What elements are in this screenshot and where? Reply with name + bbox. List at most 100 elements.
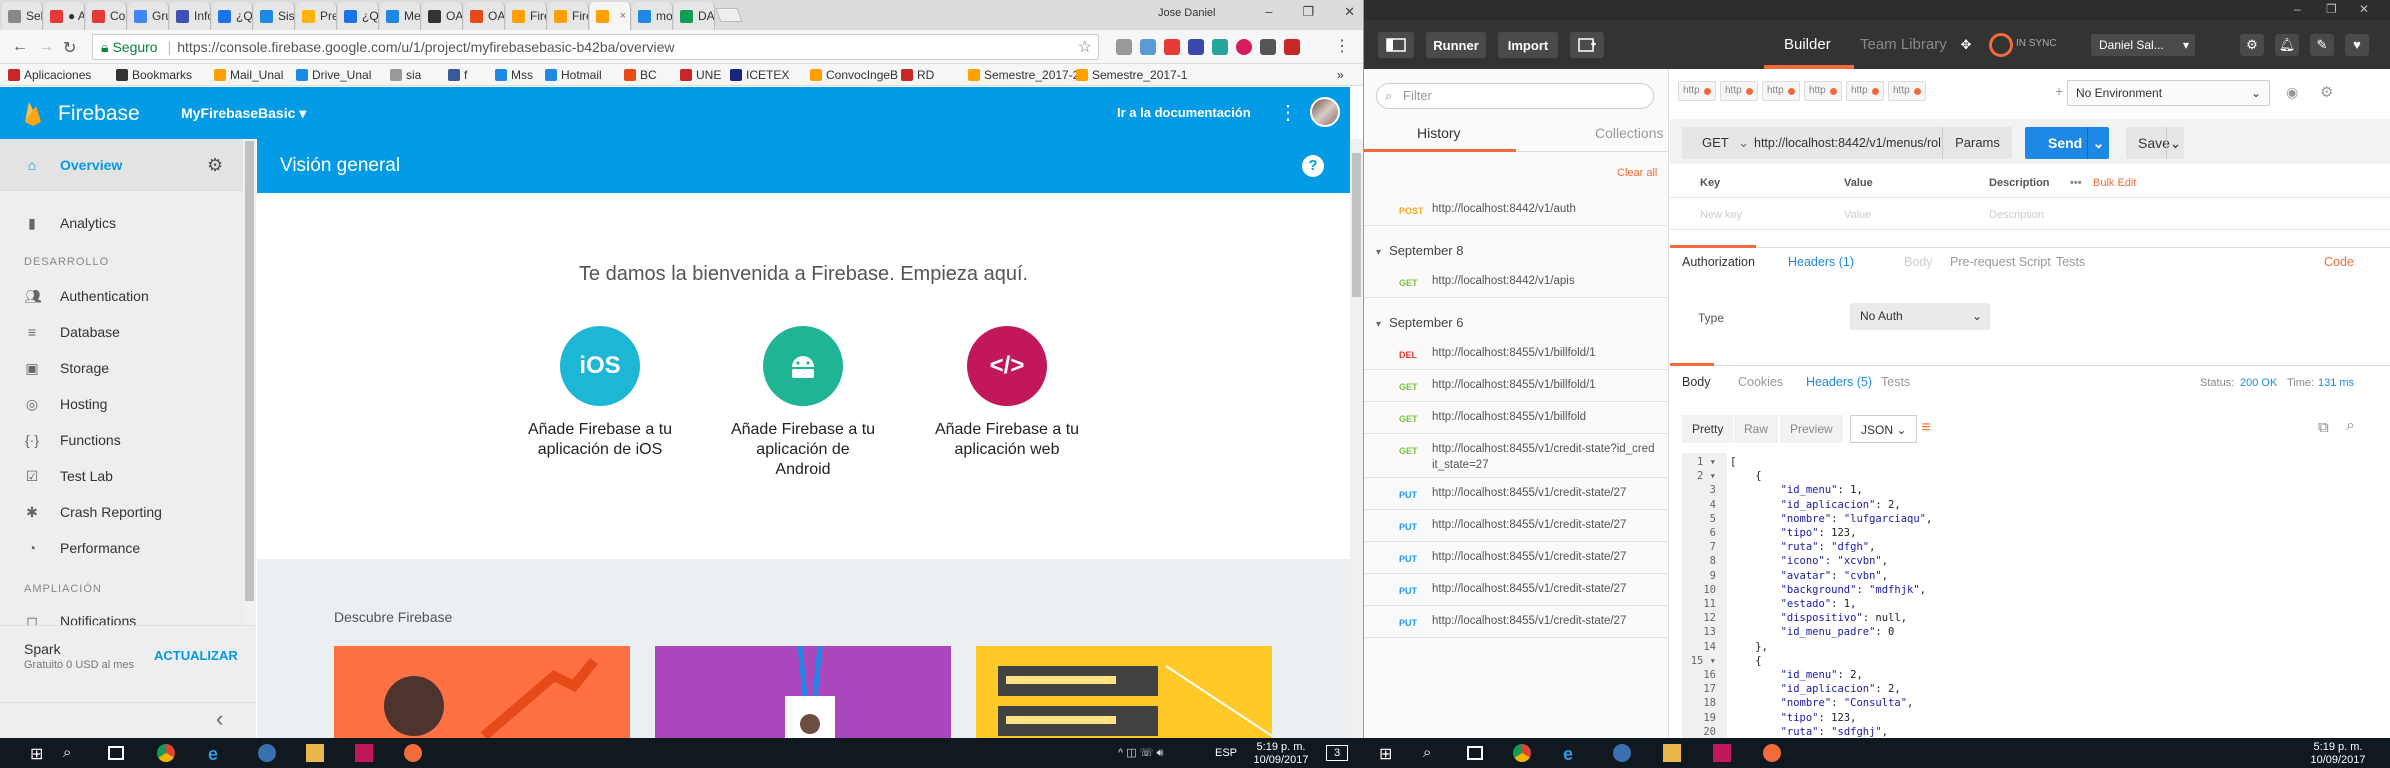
gear-icon[interactable]: ⚙ [207,155,223,176]
firebase-brand[interactable]: Firebase [58,102,140,126]
address-bar[interactable]: 🔒︎ Seguro | https://console.firebase.goo… [92,34,1099,60]
extension-icon[interactable] [1188,39,1204,55]
folder-icon[interactable] [306,744,324,762]
sidebar-item-database[interactable]: ≡ Database [24,324,120,340]
minimize-icon[interactable]: – [1265,4,1272,20]
sidebar-item-analytics[interactable]: ▮ Analytics [24,215,116,231]
filter-input[interactable]: ⌕ Filter [1376,83,1654,109]
postman-icon[interactable] [404,744,422,762]
send-button[interactable]: Send ⌄ [2025,127,2109,159]
collapse-icon[interactable]: ‹ [216,706,223,732]
clock-time[interactable]: 5:19 p. m. [2303,741,2373,753]
history-date-group[interactable]: ▾ September 6 [1376,315,1463,330]
close-icon[interactable]: ✕ [2359,2,2369,16]
windows-start-icon[interactable]: ⊞ [1379,744,1397,763]
tab-16[interactable]: DAD× [674,2,715,30]
params-button[interactable]: Params [1942,127,2012,159]
scrollbar-thumb[interactable] [1352,153,1361,297]
bookmark-item[interactable]: sia [390,68,421,82]
extension-icon[interactable] [1260,39,1276,55]
sidebar-scrollbar[interactable] [243,139,256,625]
profile-name[interactable]: Jose Daniel [1158,7,1215,19]
add-ios-app[interactable]: iOS Añade Firebase a tu aplicación de iO… [525,326,675,460]
tab-7[interactable]: Pres× [296,2,337,30]
add-android-app[interactable]: Añade Firebase a tu aplicación de Androi… [728,326,878,480]
tray-icons[interactable]: ^ ◫ ☏ 🔊︎ [1118,747,1163,759]
wrench-icon[interactable]: ✎ [2310,34,2334,56]
environment-select[interactable]: No Environment ⌄ [2067,80,2270,106]
search-icon[interactable]: ⌕ [2346,417,2355,435]
tab-1[interactable]: ● Au× [44,2,85,30]
close-icon[interactable]: ✕ [1344,4,1355,20]
edge-icon[interactable]: e [208,744,226,764]
new-window-button[interactable] [1570,32,1604,58]
wrap-icon[interactable]: ≡ [1914,419,1938,439]
sidebar-item-authentication[interactable]: 👥︎ Authentication [24,288,149,304]
youtube-ext-icon[interactable] [1164,39,1180,55]
response-tab-3[interactable]: Tests [1881,375,1910,389]
bookmark-item[interactable]: Mail_Unal [214,68,283,82]
bookmark-item[interactable]: UNE [680,68,721,82]
sidebar-item-performance[interactable]: ◔ Performance [24,540,140,556]
response-tab-2[interactable]: Headers (5) [1806,375,1872,389]
discover-card[interactable] [334,646,630,738]
pinterest-icon[interactable] [1236,39,1252,55]
sidebar-item-crash-reporting[interactable]: ✱ Crash Reporting [24,504,162,520]
bell-icon[interactable]: 🔔︎ [2275,34,2299,56]
response-body[interactable]: 1 ▾ 2 ▾ 3 4 5 6 7 8 9 10 11 12 13 14 15 ▾ 16 17 18 19 20 [ … [1670,453,2390,738]
dropdown-icon[interactable]: ⌄ [2166,127,2184,159]
bookmark-item[interactable]: f [448,68,467,82]
upgrade-button[interactable]: ACTUALIZAR [154,648,238,663]
sidebar-item-overview[interactable]: ⌂ Overview [24,157,123,173]
bookmark-item[interactable]: ICETEX [730,68,789,82]
chrome-icon[interactable] [157,744,175,762]
add-android-label[interactable]: Añade Firebase a tu aplicación de Androi… [728,420,878,480]
format-pretty[interactable]: Pretty [1682,415,1734,443]
interceptor-icon[interactable]: ✥ [1954,34,1978,56]
notification-count[interactable]: 3 [1326,745,1348,761]
tab-overflow-icon[interactable]: + [2055,83,2063,99]
add-web-label[interactable]: Añade Firebase a tu aplicación web [932,420,1082,460]
bulk-edit-link[interactable]: Bulk Edit [2093,177,2136,189]
sidebar-toggle-button[interactable] [1378,32,1414,58]
settings-icon[interactable]: ⚙ [2240,34,2264,56]
ios-icon[interactable]: iOS [560,326,640,406]
chrome-icon[interactable] [1513,744,1531,762]
dropdown-icon[interactable]: ⌄ [2087,127,2109,159]
bookmark-item[interactable]: Aplicaciones [8,68,91,82]
bookmark-item[interactable]: Semestre_2017-1 [1076,68,1187,82]
tab-6[interactable]: Siste× [254,2,295,30]
sidebar-item-functions[interactable]: {·} Functions [24,432,121,448]
clear-all-button[interactable]: Clear all [1617,167,1657,179]
sidebar-item-hosting[interactable]: ◎ Hosting [24,396,108,412]
tab-2[interactable]: Con× [86,2,127,30]
request-tab[interactable]: http [1762,81,1800,101]
tab-11[interactable]: OAu× [464,2,505,30]
bookmark-item[interactable]: Semestre_2017-2 [968,68,1079,82]
tab-collections[interactable]: Collections [1595,125,1663,141]
tab-5[interactable]: ¿Qu× [212,2,253,30]
bookmark-item[interactable]: ConvocIngeB [810,68,898,82]
settings-icon[interactable]: ⚙ [2320,83,2333,101]
copy-icon[interactable]: ⧉ [2318,419,2329,436]
format-preview[interactable]: Preview [1780,415,1843,443]
method-select[interactable]: GET ⌄ [1682,127,1750,159]
url-input[interactable]: http://localhost:8442/v1/menus/rol [1750,127,1942,159]
tab-15[interactable]: mov× [632,2,673,30]
kv-more-icon[interactable]: ••• [2070,177,2082,189]
bookmark-item[interactable]: BC [624,68,657,82]
main-scrollbar[interactable] [1350,139,1363,738]
language-indicator[interactable]: ESP [1215,747,1237,759]
runner-button[interactable]: Runner [1426,32,1486,58]
save-button[interactable]: Save ⌄ [2126,127,2184,159]
format-raw[interactable]: Raw [1734,415,1779,443]
android-icon[interactable] [763,326,843,406]
clock-time[interactable]: 5:19 p. m. [1246,741,1316,753]
request-tab[interactable]: http [1678,81,1716,101]
maximize-icon[interactable]: ❐ [1302,4,1314,20]
tab-4[interactable]: Info× [170,2,211,30]
sync-icon[interactable] [1989,33,2013,57]
add-ios-label[interactable]: Añade Firebase a tu aplicación de iOS [525,420,675,460]
avatar[interactable] [1310,97,1340,127]
search-icon[interactable]: ⌕ [63,744,81,762]
